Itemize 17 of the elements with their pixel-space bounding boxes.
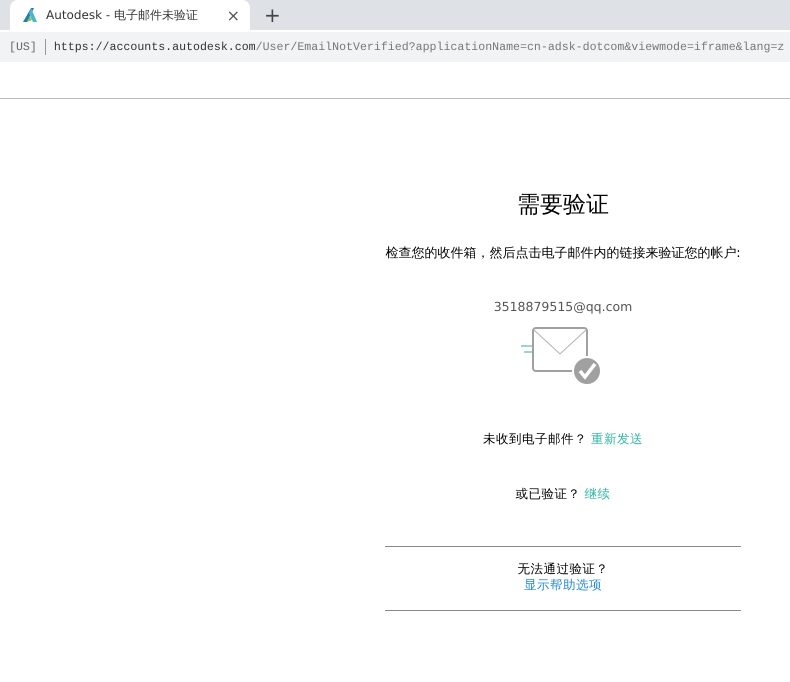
new-tab-button[interactable]: + (264, 3, 281, 27)
instruction-text: 检查您的收件箱，然后点击电子邮件内的链接来验证您的帐户: (385, 245, 741, 263)
help-options-link[interactable]: 显示帮助选项 (524, 577, 602, 593)
email-address: 3518879515@qq.com (494, 299, 632, 314)
region-label: [US] (9, 40, 37, 54)
address-bar[interactable]: [US] https://accounts.autodesk.com/User/EmailNotVerified?applicationName=cn-adsk-dotcom&viewmode=iframe&lang=z (0, 32, 790, 62)
tab-title: Autodesk - 电子邮件未验证 (46, 6, 200, 24)
browser-tab[interactable]: Autodesk - 电子邮件未验证 × (10, 0, 250, 30)
close-button[interactable]: × (226, 6, 240, 24)
help-prompt: 无法通过验证？ (518, 561, 608, 577)
url-path: /User/EmailNotVerified?applicationName=cn-adsk-dotcom&viewmode=iframe&lang=z (256, 40, 784, 54)
envelope-check-icon (519, 326, 603, 386)
resend-prompt: 未收到电子邮件？ (483, 431, 587, 448)
url-host: https://accounts.autodesk.com (54, 40, 256, 54)
verified-prompt: 或已验证？ (516, 486, 580, 503)
logo-icon (22, 7, 38, 23)
page-title: 需要验证 (517, 191, 609, 220)
